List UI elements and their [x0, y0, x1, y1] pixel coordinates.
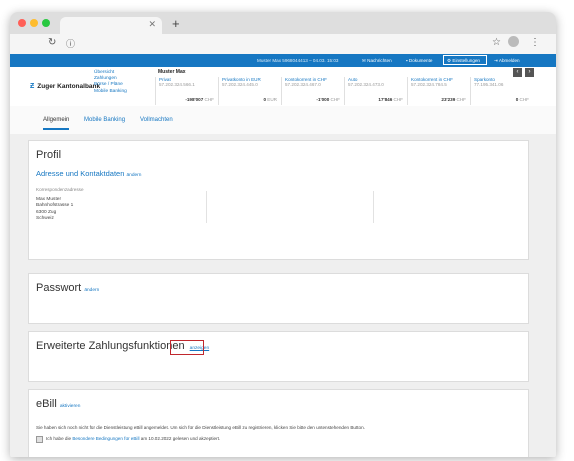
address-change-link[interactable]: ändern	[127, 173, 142, 178]
account-tile[interactable]: Sparkonto 77.195.341.06 0 CHF	[470, 77, 533, 105]
nav-item-mobile-banking[interactable]: Mobile Banking	[94, 89, 127, 95]
bank-logo-icon: Ƶ	[30, 83, 35, 90]
user-name: Muster Max	[158, 69, 186, 75]
documents-link[interactable]: ▪ Dokumente	[406, 54, 432, 67]
new-tab-button[interactable]: +	[172, 16, 180, 31]
tab-mobile-banking[interactable]: Mobile Banking	[84, 117, 125, 123]
account-tile[interactable]: Privatkonto in EUR 57.202.324.445.0 0 EU…	[218, 77, 281, 105]
ebill-terms-label: Ich habe die Besondere Bedingungen für e…	[46, 436, 221, 441]
user-info-text: Muster Max 5968044413 – 04.03. 15:03	[257, 58, 339, 63]
correspondence-label: Korrespondenzadresse	[36, 187, 84, 192]
messages-link[interactable]: ✉ Nachrichten	[362, 54, 392, 67]
main-content: Profil Adresse und Kontaktdaten ändern K…	[10, 134, 556, 457]
nav-item-exchange[interactable]: Börse / Pläne	[94, 82, 127, 88]
address-section-title: Adresse und Kontaktdaten ändern	[36, 169, 142, 178]
settings-link[interactable]: ⚙ Einstellungen	[447, 54, 480, 67]
logout-link[interactable]: ⇥ Abmelden	[494, 54, 520, 67]
carousel-prev-button[interactable]: ‹	[513, 68, 522, 77]
password-change-link[interactable]: ändern	[84, 288, 99, 293]
password-card: Passwort ändern	[28, 273, 529, 324]
correspondence-address: Max Muster Bahnhofstrasse 1 6300 Zug Sch…	[36, 197, 74, 222]
top-bar: Muster Max 5968044413 – 04.03. 15:03 ✉ N…	[10, 54, 556, 67]
column-divider	[206, 191, 207, 223]
account-tile[interactable]: Auto 57.202.324.473.0 17'846 CHF	[344, 77, 407, 105]
payment-functions-card: Erweiterte Zahlungsfunktionen anzeigen	[28, 331, 529, 382]
browser-tab[interactable]: ✕	[60, 17, 162, 34]
account-bar: Ƶ Zuger Kantonalbank Übersicht Zahlungen …	[10, 67, 556, 107]
account-tile[interactable]: Privat 57.202.324.566.1 -198'007 CHF	[155, 77, 218, 105]
profile-card: Profil Adresse und Kontaktdaten ändern K…	[28, 140, 529, 260]
ebill-card: eBill aktivieren Sie haben sich noch nic…	[28, 389, 529, 457]
show-link-highlight	[170, 340, 204, 355]
tab-powers-of-attorney[interactable]: Vollmachten	[140, 117, 173, 123]
ebill-terms-link[interactable]: Besondere Bedingungen für eBill	[72, 436, 139, 441]
browser-toolbar: ↻ ⓘ ☆ ⋮	[10, 34, 556, 55]
browser-tab-bar: ✕ +	[10, 12, 556, 34]
window-close-button[interactable]	[18, 19, 26, 27]
account-tile[interactable]: Kontokorrent in CHF 57.202.324.784.5 23'…	[407, 77, 470, 105]
reload-icon[interactable]: ↻	[48, 37, 56, 48]
ebill-info-text: Sie haben sich noch nicht für die Dienst…	[36, 425, 365, 430]
tab-general[interactable]: Allgemein	[43, 117, 70, 130]
account-tile[interactable]: Kontokorrent in CHF 57.202.324.467.0 -1'…	[281, 77, 344, 105]
info-icon[interactable]: ⓘ	[66, 37, 75, 50]
window-maximize-button[interactable]	[42, 19, 50, 27]
column-divider	[373, 191, 374, 223]
ebill-activate-link[interactable]: aktivieren	[60, 404, 81, 409]
settings-tabs: Allgemein Mobile Banking Vollmachten	[10, 106, 556, 134]
ebill-title: eBill aktivieren	[36, 398, 81, 410]
browser-window: ✕ + ↻ ⓘ ☆ ⋮ Muster Max 5968044413 – 04.0…	[10, 12, 556, 457]
tab-close-icon[interactable]: ✕	[148, 19, 156, 30]
profile-title: Profil	[36, 149, 62, 161]
kebab-menu-icon[interactable]: ⋮	[530, 37, 540, 48]
window-minimize-button[interactable]	[30, 19, 38, 27]
ebill-terms-checkbox[interactable]	[36, 436, 43, 443]
bank-logo[interactable]: Ƶ Zuger Kantonalbank	[30, 83, 100, 90]
star-icon[interactable]: ☆	[492, 37, 501, 48]
password-title: Passwort ändern	[36, 282, 100, 294]
profile-avatar-icon[interactable]	[508, 36, 519, 47]
main-nav: Übersicht Zahlungen Börse / Pläne Mobile…	[94, 70, 127, 95]
carousel-next-button[interactable]: ›	[525, 68, 534, 77]
